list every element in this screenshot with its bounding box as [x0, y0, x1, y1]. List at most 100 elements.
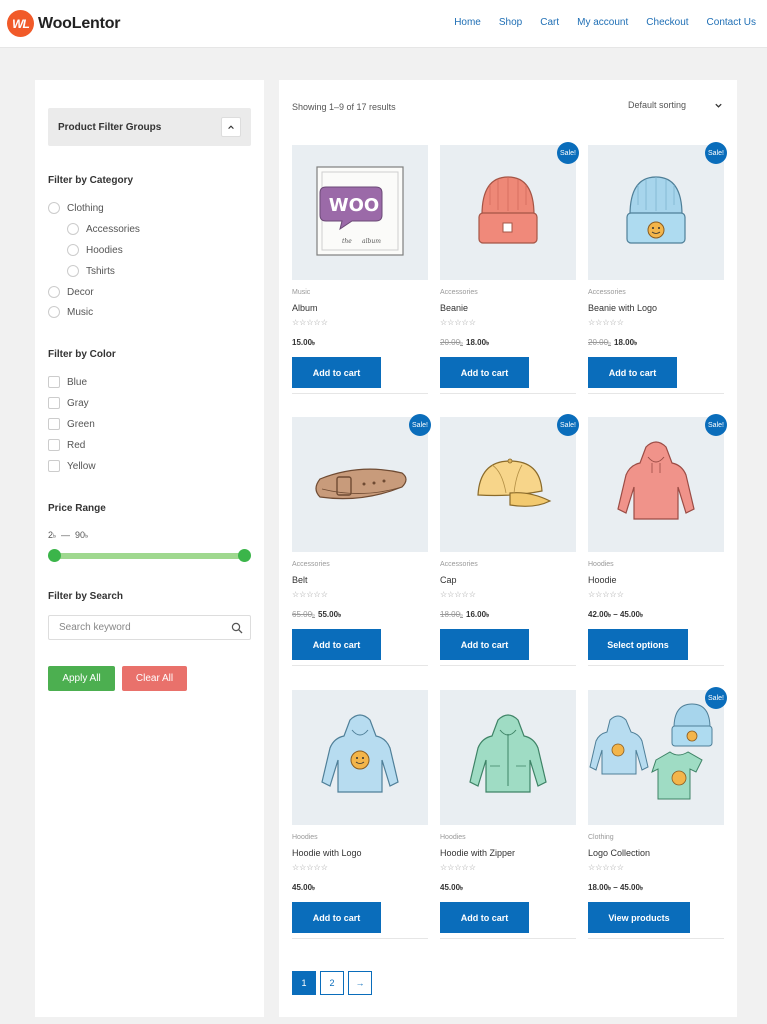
product-area: Showing 1–9 of 17 results Default sortin… [279, 80, 737, 1017]
product-category[interactable]: Accessories [588, 289, 626, 296]
add-to-cart-button[interactable]: Add to cart [292, 629, 381, 660]
product-name[interactable]: Beanie with Logo [588, 303, 657, 313]
category-label: Hoodies [86, 244, 123, 256]
product-category[interactable]: Hoodies [292, 834, 318, 841]
page-1[interactable]: 1 [292, 971, 316, 995]
page-2[interactable]: 2 [320, 971, 344, 995]
cap-image [477, 458, 552, 507]
color-option-green[interactable]: Green [48, 418, 95, 430]
product-category[interactable]: Hoodies [440, 834, 466, 841]
product-category[interactable]: Clothing [588, 834, 614, 841]
product-image[interactable] [292, 417, 428, 552]
sale-badge: Sale! [409, 414, 431, 436]
price-slider-min-handle[interactable] [48, 549, 61, 562]
checkbox[interactable] [48, 418, 60, 430]
nav-cart[interactable]: Cart [540, 17, 559, 28]
category-filter-title: Filter by Category [48, 175, 134, 186]
add-to-cart-button[interactable]: View products [588, 902, 690, 933]
nav-my-account[interactable]: My account [577, 17, 628, 28]
nav-contact-us[interactable]: Contact Us [707, 17, 756, 28]
color-option-yellow[interactable]: Yellow [48, 460, 96, 472]
product-price: 65.00৳ 55.00৳ [292, 610, 341, 621]
pagination: 1 2 → [292, 971, 376, 995]
add-to-cart-button[interactable]: Add to cart [292, 357, 381, 388]
product-category[interactable]: Hoodies [588, 561, 614, 568]
product-image[interactable] [440, 690, 576, 825]
nav-home[interactable]: Home [454, 17, 481, 28]
price-slider-track[interactable] [54, 553, 245, 559]
product-name[interactable]: Cap [440, 575, 457, 585]
radio-button[interactable] [48, 202, 60, 214]
radio-button[interactable] [48, 286, 60, 298]
price-max: 90 [75, 530, 86, 540]
category-option-accessories[interactable]: Accessories [67, 223, 140, 235]
product-name[interactable]: Hoodie with Logo [292, 848, 362, 858]
color-option-red[interactable]: Red [48, 439, 85, 451]
product-image[interactable]: WOO the album [292, 145, 428, 280]
product-category[interactable]: Music [292, 289, 310, 296]
radio-button[interactable] [67, 223, 79, 235]
category-option-tshirts[interactable]: Tshirts [67, 265, 115, 277]
category-option-clothing[interactable]: Clothing [48, 202, 104, 214]
product-name[interactable]: Beanie [440, 303, 468, 313]
nav-checkout[interactable]: Checkout [646, 17, 688, 28]
clear-all-button[interactable]: Clear All [122, 666, 187, 691]
product-name[interactable]: Belt [292, 575, 308, 585]
search-input[interactable] [49, 616, 214, 639]
radio-button[interactable] [67, 265, 79, 277]
product-image[interactable] [292, 690, 428, 825]
filter-groups-header: Product Filter Groups [48, 108, 251, 146]
product-name[interactable]: Hoodie with Zipper [440, 848, 515, 858]
product-category[interactable]: Accessories [440, 561, 478, 568]
color-option-blue[interactable]: Blue [48, 376, 87, 388]
checkbox[interactable] [48, 460, 60, 472]
radio-button[interactable] [67, 244, 79, 256]
product-image[interactable] [440, 145, 576, 280]
category-option-hoodies[interactable]: Hoodies [67, 244, 123, 256]
color-option-gray[interactable]: Gray [48, 397, 89, 409]
product-name[interactable]: Album [292, 303, 318, 313]
product-price: 45.00৳ [292, 883, 315, 894]
next-page[interactable]: → [348, 971, 372, 995]
search-icon[interactable] [231, 622, 243, 634]
checkbox[interactable] [48, 376, 60, 388]
card-divider [292, 938, 428, 939]
radio-button[interactable] [48, 306, 60, 318]
product-category[interactable]: Accessories [292, 561, 330, 568]
nav-shop[interactable]: Shop [499, 17, 522, 28]
sorting-select[interactable]: Default sorting [628, 100, 723, 110]
product-image[interactable] [588, 417, 724, 552]
product-name[interactable]: Hoodie [588, 575, 617, 585]
logo-text: WooLentor [38, 14, 121, 32]
currency-symbol: ৳ [85, 534, 89, 540]
checkbox[interactable] [48, 397, 60, 409]
add-to-cart-button[interactable]: Add to cart [440, 357, 529, 388]
product-image[interactable] [440, 417, 576, 552]
star-rating: ☆☆☆☆☆ [292, 863, 328, 872]
card-divider [588, 665, 724, 666]
current-price: 42.00৳ [588, 610, 612, 619]
add-to-cart-button[interactable]: Add to cart [292, 902, 381, 933]
product-image[interactable] [588, 690, 724, 825]
hoodie-blue-image [321, 714, 399, 793]
belt-image [315, 468, 407, 500]
add-to-cart-button[interactable]: Add to cart [588, 357, 677, 388]
price-separator: — [61, 530, 71, 540]
checkbox[interactable] [48, 439, 60, 451]
sale-badge: Sale! [557, 142, 579, 164]
add-to-cart-button[interactable]: Add to cart [440, 902, 529, 933]
category-option-music[interactable]: Music [48, 306, 93, 318]
apply-all-button[interactable]: Apply All [48, 666, 115, 691]
filter-sidebar: Product Filter Groups Filter by Category… [35, 80, 264, 1017]
product-name[interactable]: Logo Collection [588, 848, 650, 858]
product-category[interactable]: Accessories [440, 289, 478, 296]
site-logo[interactable]: WL WooLentor [7, 10, 121, 37]
product-image[interactable] [588, 145, 724, 280]
category-option-decor[interactable]: Decor [48, 286, 94, 298]
add-to-cart-button[interactable]: Add to cart [440, 629, 529, 660]
collapse-button[interactable] [221, 117, 241, 137]
add-to-cart-button[interactable]: Select options [588, 629, 688, 660]
star-rating: ☆☆☆☆☆ [440, 318, 476, 327]
price-slider-max-handle[interactable] [238, 549, 251, 562]
sale-badge: Sale! [705, 414, 727, 436]
